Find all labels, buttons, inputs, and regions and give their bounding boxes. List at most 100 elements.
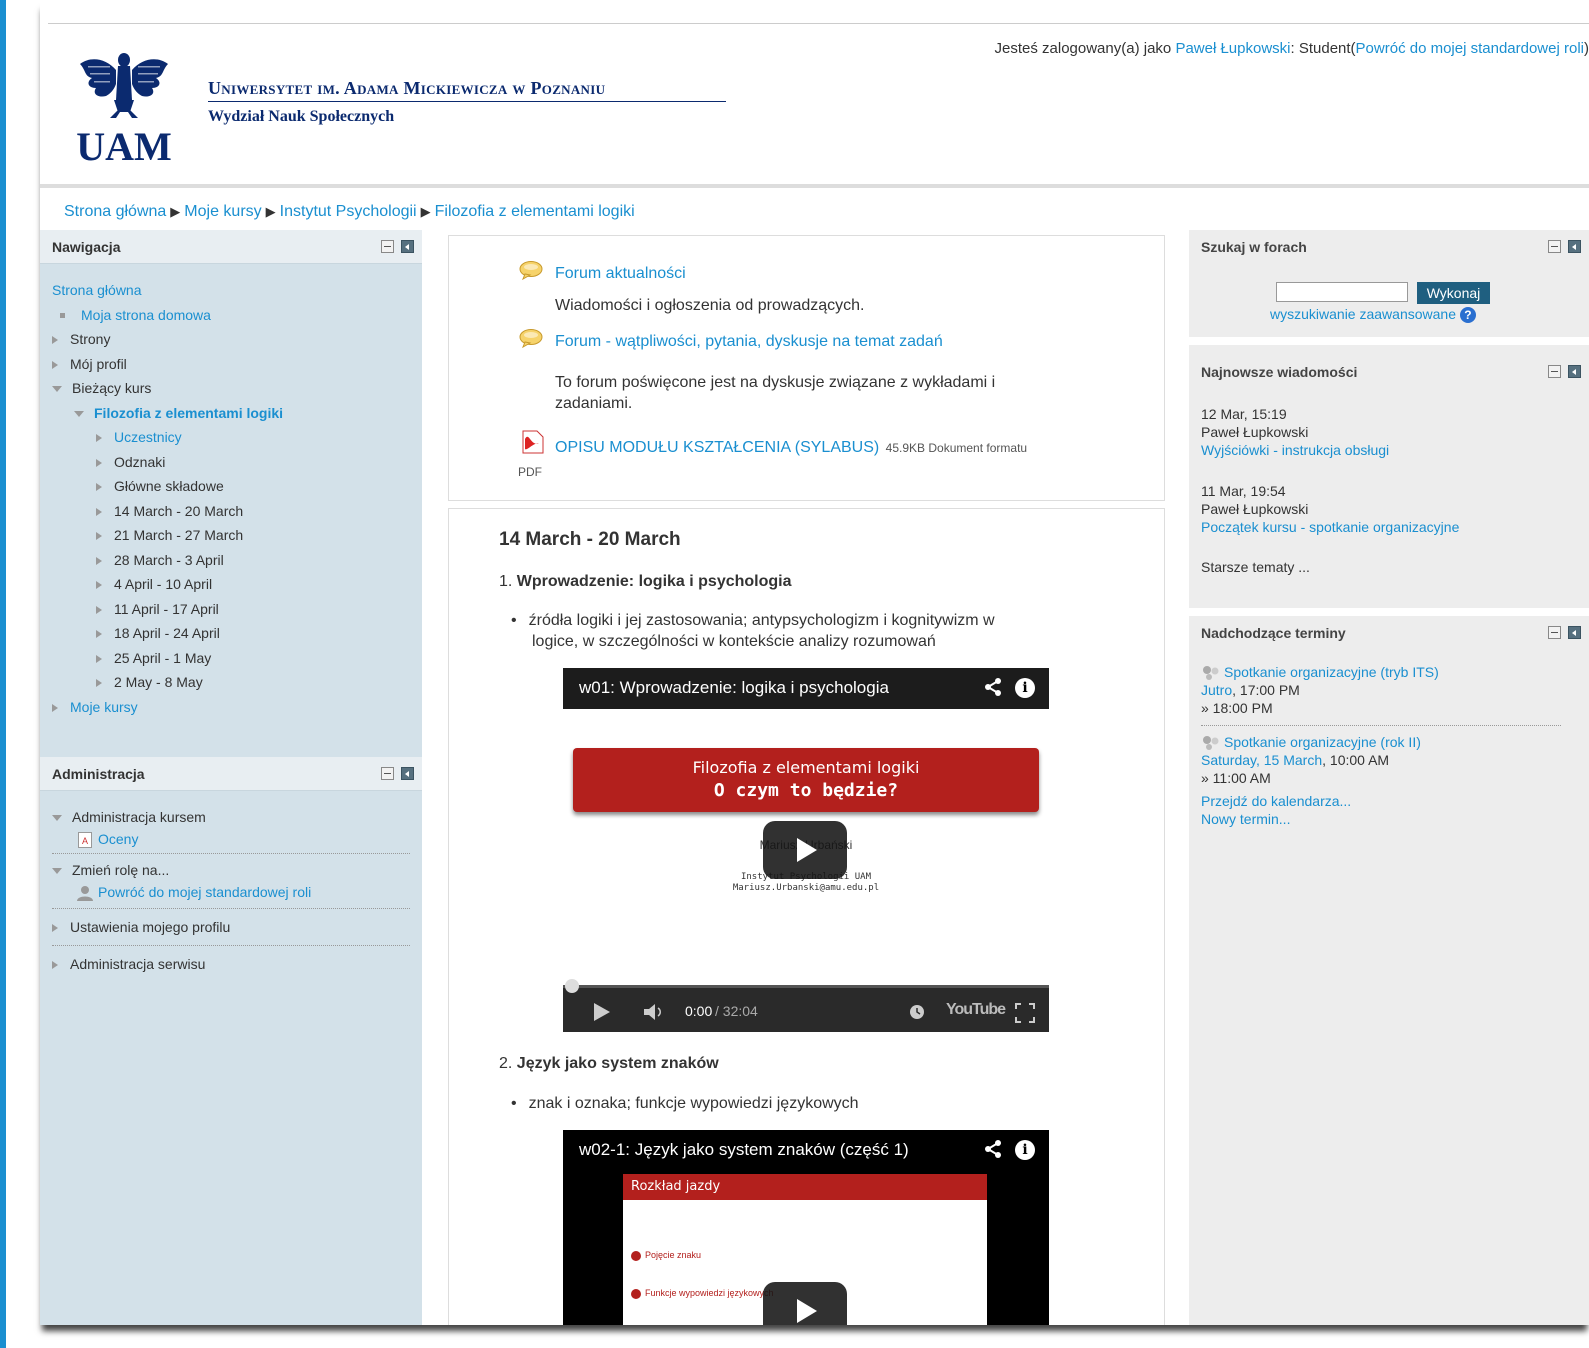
go-to-calendar-link[interactable]: Przejdź do kalendarza... [1201, 793, 1351, 809]
svg-text:A: A [82, 836, 88, 846]
breadcrumb-course[interactable]: Filozofia z elementami logiki [435, 203, 635, 220]
event-name-link[interactable]: Spotkanie organizacyjne (rok II) [1224, 734, 1421, 750]
uam-logo-icon[interactable]: UAM [76, 48, 172, 166]
breadcrumb-home[interactable]: Strona główna [64, 203, 166, 220]
news-subject-link[interactable]: Wyjściówki - instrukcja obsługi [1201, 442, 1389, 458]
syllabus-link[interactable]: OPISU MODUŁU KSZTAŁCENIA (SYLABUS) [555, 439, 879, 456]
forum-discussion-link[interactable]: Forum - wątpliwości, pytania, dyskusje n… [555, 333, 943, 351]
nav-item-home[interactable]: Strona główna [52, 278, 410, 303]
nav-course-link[interactable]: Filozofia z elementami logiki [94, 405, 283, 421]
grades-icon: A [78, 832, 92, 849]
nav-item-week[interactable]: 11 April - 17 April [52, 597, 410, 622]
nav-profile-label: Mój profil [70, 355, 127, 372]
info-icon[interactable]: i [1015, 678, 1035, 698]
login-user-link[interactable]: Paweł Łupkowski [1175, 40, 1290, 57]
progress-handle[interactable] [565, 979, 579, 993]
nav-item-course[interactable]: Filozofia z elementami logiki [52, 401, 410, 426]
collapse-icon[interactable] [381, 240, 394, 253]
advanced-search-link[interactable]: wyszukiwanie zaawansowane [1270, 306, 1456, 322]
admin-return-role-link[interactable]: Powróć do mojej standardowej roli [98, 884, 311, 900]
older-topics-link[interactable]: Starsze tematy ... [1201, 558, 1310, 576]
admin-item-switch-role[interactable]: Zmień rolę na... [52, 858, 410, 880]
video-2-title[interactable]: w02-1: Język jako system znaków (część 1… [579, 1140, 909, 1160]
nav-my-courses-link[interactable]: Moje kursy [70, 699, 138, 715]
help-icon[interactable]: ? [1459, 307, 1476, 324]
dock-icon[interactable] [1568, 365, 1581, 378]
nav-item-participants[interactable]: Uczestnicy [52, 425, 410, 450]
admin-grades-link[interactable]: Oceny [98, 831, 138, 847]
nav-home-link[interactable]: Strona główna [52, 282, 142, 298]
nav-item-current-course[interactable]: Bieżący kurs [52, 376, 410, 401]
new-event-link[interactable]: Nowy termin... [1201, 811, 1290, 827]
breadcrumb-institute[interactable]: Instytut Psychologii [280, 203, 417, 220]
event-time: , 10:00 AM [1322, 752, 1390, 769]
collapse-icon[interactable] [1548, 365, 1561, 378]
nav-item-general[interactable]: Główne składowe [52, 474, 410, 499]
event-time: , 17:00 PM [1232, 682, 1300, 699]
volume-icon[interactable] [643, 1003, 667, 1021]
breadcrumb-separator-icon: ▶ [265, 204, 276, 219]
nav-item-week[interactable]: 4 April - 10 April [52, 572, 410, 597]
collapse-icon[interactable] [381, 767, 394, 780]
play-button[interactable] [763, 1282, 847, 1325]
expand-arrow-icon [96, 434, 102, 443]
watch-later-icon[interactable] [909, 1004, 925, 1020]
nav-item-week[interactable]: 25 April - 1 May [52, 646, 410, 671]
youtube-logo-icon[interactable]: YouTube [946, 1001, 1006, 1019]
dock-icon[interactable] [1568, 240, 1581, 253]
news-subject-link[interactable]: Początek kursu - spotkanie organizacyjne [1201, 519, 1459, 535]
login-info: Jesteś zalogowany(a) jako Paweł Łupkowsk… [995, 40, 1589, 57]
share-icon[interactable] [983, 1139, 1003, 1159]
calendar-links: Przejdź do kalendarza... Nowy termin... [1201, 792, 1351, 828]
admin-item-profile-settings[interactable]: Ustawienia mojego profilu [52, 913, 410, 941]
dock-icon[interactable] [1568, 626, 1581, 639]
search-forums-button[interactable]: Wykonaj [1417, 282, 1490, 304]
collapse-icon[interactable] [1548, 240, 1561, 253]
admin-item-grades[interactable]: A Oceny [52, 827, 410, 849]
admin-item-course[interactable]: Administracja kursem [52, 805, 410, 827]
nav-item-week[interactable]: 2 May - 8 May [52, 670, 410, 695]
nav-item-badges[interactable]: Odznaki [52, 450, 410, 475]
progress-bar[interactable] [563, 985, 1049, 988]
event-day-link[interactable]: Jutro [1201, 682, 1232, 698]
forum-news-link[interactable]: Forum aktualności [555, 265, 686, 283]
collapse-icon[interactable] [1548, 626, 1561, 639]
expand-arrow-icon [96, 532, 102, 541]
event-name-link[interactable]: Spotkanie organizacyjne (tryb ITS) [1224, 664, 1439, 680]
nav-item-my-home[interactable]: Moja strona domowa [52, 303, 410, 328]
expand-arrow-icon [52, 360, 58, 369]
nav-item-my-courses[interactable]: Moje kursy [52, 695, 410, 720]
breadcrumb-my-courses[interactable]: Moje kursy [184, 203, 261, 220]
nav-item-pages[interactable]: Strony [52, 327, 410, 352]
expand-arrow-icon [96, 630, 102, 639]
faculty-name: Wydział Nauk Społecznych [208, 108, 395, 125]
collapse-arrow-icon [52, 868, 62, 875]
video-2-slide-item2: Funkcje wypowiedzi językowych [631, 1288, 774, 1299]
nav-item-week[interactable]: 18 April - 24 April [52, 621, 410, 646]
play-icon[interactable] [591, 1001, 613, 1023]
return-role-link[interactable]: Powróć do mojej standardowej roli [1356, 40, 1584, 57]
search-forums-title: Szukaj w forach [1201, 239, 1307, 255]
nav-item-profile[interactable]: Mój profil [52, 352, 410, 377]
video-player-2[interactable]: w02-1: Język jako system znaków (część 1… [563, 1130, 1049, 1325]
video-player-1[interactable]: w01: Wprowadzenie: logika i psychologia … [563, 668, 1049, 1032]
event-day-link[interactable]: Saturday, 15 March [1201, 752, 1322, 768]
advanced-search: wyszukiwanie zaawansowane ? [1270, 306, 1476, 324]
nav-item-week[interactable]: 28 March - 3 April [52, 548, 410, 573]
nav-item-week[interactable]: 14 March - 20 March [52, 499, 410, 524]
fullscreen-icon[interactable] [1015, 1003, 1035, 1023]
nav-item-week[interactable]: 21 March - 27 March [52, 523, 410, 548]
play-button[interactable] [763, 821, 847, 879]
nav-my-home-link[interactable]: Moja strona domowa [81, 307, 211, 323]
nav-participants-link[interactable]: Uczestnicy [114, 429, 182, 445]
video-1-title[interactable]: w01: Wprowadzenie: logika i psychologia [579, 678, 889, 698]
share-icon[interactable] [983, 677, 1003, 697]
info-icon[interactable]: i [1015, 1140, 1035, 1160]
event-item: Spotkanie organizacyjne (rok II) Saturda… [1201, 733, 1421, 787]
admin-item-return-role[interactable]: Powróć do mojej standardowej roli [52, 880, 410, 904]
search-forums-input[interactable] [1276, 282, 1408, 302]
news-item: 11 Mar, 19:54 Paweł Łupkowski Początek k… [1201, 482, 1459, 536]
dock-icon[interactable] [401, 767, 414, 780]
dock-icon[interactable] [401, 240, 414, 253]
admin-item-site-admin[interactable]: Administracja serwisu [52, 950, 410, 978]
